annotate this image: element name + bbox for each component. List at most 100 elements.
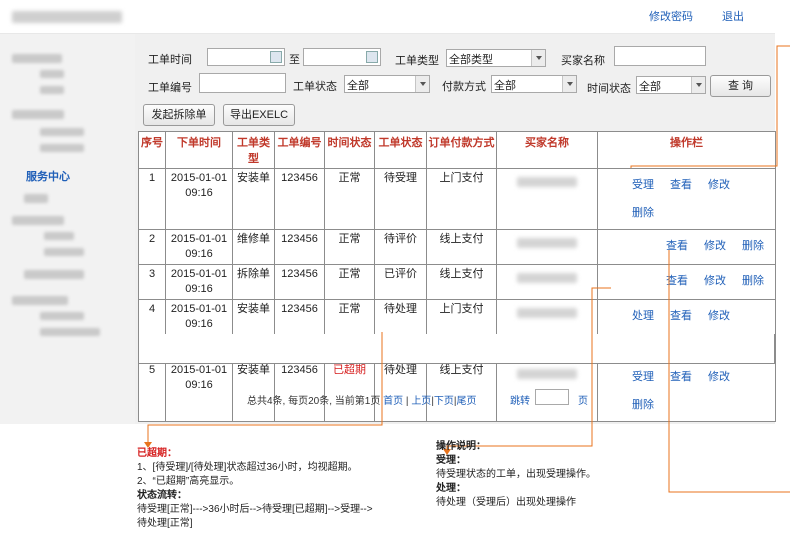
overdue-note-line: 2、“已超期”高亮显示。 xyxy=(137,476,240,487)
time-status: 正常 xyxy=(324,229,375,265)
view-link[interactable]: 查看 xyxy=(670,363,692,391)
time-status-label: 时间状态 xyxy=(587,83,631,95)
column-header[interactable]: 买家名称 xyxy=(496,131,598,169)
column-header[interactable]: 操作栏 xyxy=(597,131,776,169)
delete-link[interactable]: 删除 xyxy=(632,199,654,227)
order-status-select[interactable]: 全部 xyxy=(344,75,430,93)
order-type: 安装单 xyxy=(232,168,275,230)
order-date: 2015-01-01 xyxy=(170,364,228,376)
order-time: 09:16 xyxy=(185,283,213,295)
order-type-label: 工单类型 xyxy=(395,55,439,67)
view-link[interactable]: 查看 xyxy=(670,302,692,330)
next-page-link[interactable]: 下页 xyxy=(434,396,454,407)
table-row[interactable]: 2 2015-01-01 09:16 维修单 123456 正常 待评价 线上支付… xyxy=(138,229,776,265)
export-button[interactable]: 导出EXELC xyxy=(223,104,295,126)
change-password-link[interactable]: 修改密码 xyxy=(649,8,693,24)
edit-link[interactable]: 修改 xyxy=(704,267,726,295)
time-status: 正常 xyxy=(324,168,375,230)
edit-link[interactable]: 修改 xyxy=(704,232,726,260)
sidebar-item-blurred[interactable] xyxy=(40,144,84,152)
row-number: 5 xyxy=(138,360,166,422)
sidebar-item-blurred[interactable] xyxy=(40,312,84,320)
chevron-down-icon[interactable] xyxy=(415,76,429,92)
status-flow-line: 待受理[正常]--->36小时后-->待受理[已超期]-->受理--> xyxy=(137,504,373,515)
column-header[interactable]: 时间状态 xyxy=(324,131,375,169)
view-link[interactable]: 查看 xyxy=(666,232,688,260)
view-link[interactable]: 查看 xyxy=(666,267,688,295)
order-type-select[interactable]: 全部类型 xyxy=(446,49,546,67)
sidebar-item-blurred[interactable] xyxy=(40,328,100,336)
sidebar-item-service-center[interactable]: 服务中心 xyxy=(26,168,70,184)
sidebar-item-blurred[interactable] xyxy=(40,128,84,136)
order-type: 维修单 xyxy=(232,229,275,265)
table-row[interactable]: 1 2015-01-01 09:16 安装单 123456 正常 待受理 上门支付… xyxy=(138,168,776,230)
column-header[interactable]: 订单付款方式 xyxy=(426,131,497,169)
end-date-field[interactable] xyxy=(303,48,381,66)
column-header[interactable]: 工单类型 xyxy=(232,131,275,169)
buyer-name-input[interactable] xyxy=(614,46,706,66)
payment-method: 上门支付 xyxy=(426,168,497,230)
payment-value: 全部 xyxy=(494,80,516,92)
sidebar-item-blurred[interactable] xyxy=(12,296,68,305)
sidebar-item-blurred[interactable] xyxy=(40,86,64,94)
start-date-field[interactable] xyxy=(207,48,285,66)
chevron-down-icon[interactable] xyxy=(691,77,705,93)
logout-link[interactable]: 退出 xyxy=(722,8,744,24)
query-button[interactable]: 查 询 xyxy=(710,75,771,97)
jump-page-input[interactable] xyxy=(535,389,569,405)
calendar-icon[interactable] xyxy=(366,51,378,63)
sidebar-item-blurred[interactable] xyxy=(24,270,84,279)
order-date: 2015-01-01 xyxy=(170,268,228,280)
jump-link[interactable]: 跳转 xyxy=(510,392,530,407)
order-status: 待处理 xyxy=(374,360,427,422)
edit-link[interactable]: 修改 xyxy=(708,171,730,199)
delete-link[interactable]: 删除 xyxy=(742,232,764,260)
status-flow-title: 状态流转： xyxy=(137,490,187,501)
column-header[interactable]: 下单时间 xyxy=(165,131,233,169)
view-link[interactable]: 查看 xyxy=(670,171,692,199)
process-note-title: 处理： xyxy=(436,483,466,494)
sidebar-item-blurred[interactable] xyxy=(40,70,64,78)
calendar-icon[interactable] xyxy=(270,51,282,63)
column-header[interactable]: 工单状态 xyxy=(374,131,427,169)
operations-cell: 受理 查看 修改删除 xyxy=(597,360,776,422)
order-type: 拆除单 xyxy=(232,264,275,300)
chevron-down-icon[interactable] xyxy=(562,76,576,92)
row-number: 1 xyxy=(138,168,166,230)
buyer-name xyxy=(496,229,598,265)
sidebar-item-blurred[interactable] xyxy=(12,110,64,119)
sidebar-item-blurred[interactable] xyxy=(44,232,74,240)
page-unit-label: 页 xyxy=(578,396,588,407)
process-link[interactable]: 处理 xyxy=(632,302,654,330)
table-row[interactable]: 5 2015-01-01 09:16 安装单 123456 已超期 待处理 线上支… xyxy=(138,360,776,422)
delete-link[interactable]: 删除 xyxy=(632,391,654,419)
column-header[interactable]: 序号 xyxy=(138,131,166,169)
edit-link[interactable]: 修改 xyxy=(708,363,730,391)
payment-select[interactable]: 全部 xyxy=(491,75,577,93)
order-id: 123456 xyxy=(274,229,325,265)
operations-note: 操作说明： 受理： 待受理状态的工单，出现受理操作。 处理： 待处理（受理后）出… xyxy=(436,440,596,510)
sidebar-item-blurred[interactable] xyxy=(12,216,64,225)
order-no-input[interactable] xyxy=(199,73,286,93)
time-status-select[interactable]: 全部 xyxy=(636,76,706,94)
table-row[interactable]: 3 2015-01-01 09:16 拆除单 123456 正常 已评价 线上支付… xyxy=(138,264,776,300)
sidebar-item-blurred[interactable] xyxy=(24,194,48,203)
accept-link[interactable]: 受理 xyxy=(632,363,654,391)
prev-page-link[interactable]: 上页 xyxy=(411,396,431,407)
column-header[interactable]: 工单编号 xyxy=(274,131,325,169)
buyer-name-blurred xyxy=(517,369,577,379)
delete-link[interactable]: 删除 xyxy=(742,267,764,295)
edit-link[interactable]: 修改 xyxy=(708,302,730,330)
order-status: 待评价 xyxy=(374,229,427,265)
accept-link[interactable]: 受理 xyxy=(632,171,654,199)
operations-cell: 查看 修改 删除 xyxy=(597,229,776,265)
first-page-link[interactable]: 首页 xyxy=(383,396,403,407)
time-status: 正常 xyxy=(324,264,375,300)
sidebar-item-blurred[interactable] xyxy=(12,54,62,63)
sidebar-item-blurred[interactable] xyxy=(44,248,84,256)
create-removal-order-button[interactable]: 发起拆除单 xyxy=(143,104,215,126)
last-page-link[interactable]: 尾页 xyxy=(457,396,477,407)
order-type-value: 全部类型 xyxy=(449,54,493,66)
chevron-down-icon[interactable] xyxy=(531,50,545,66)
row-number: 2 xyxy=(138,229,166,265)
